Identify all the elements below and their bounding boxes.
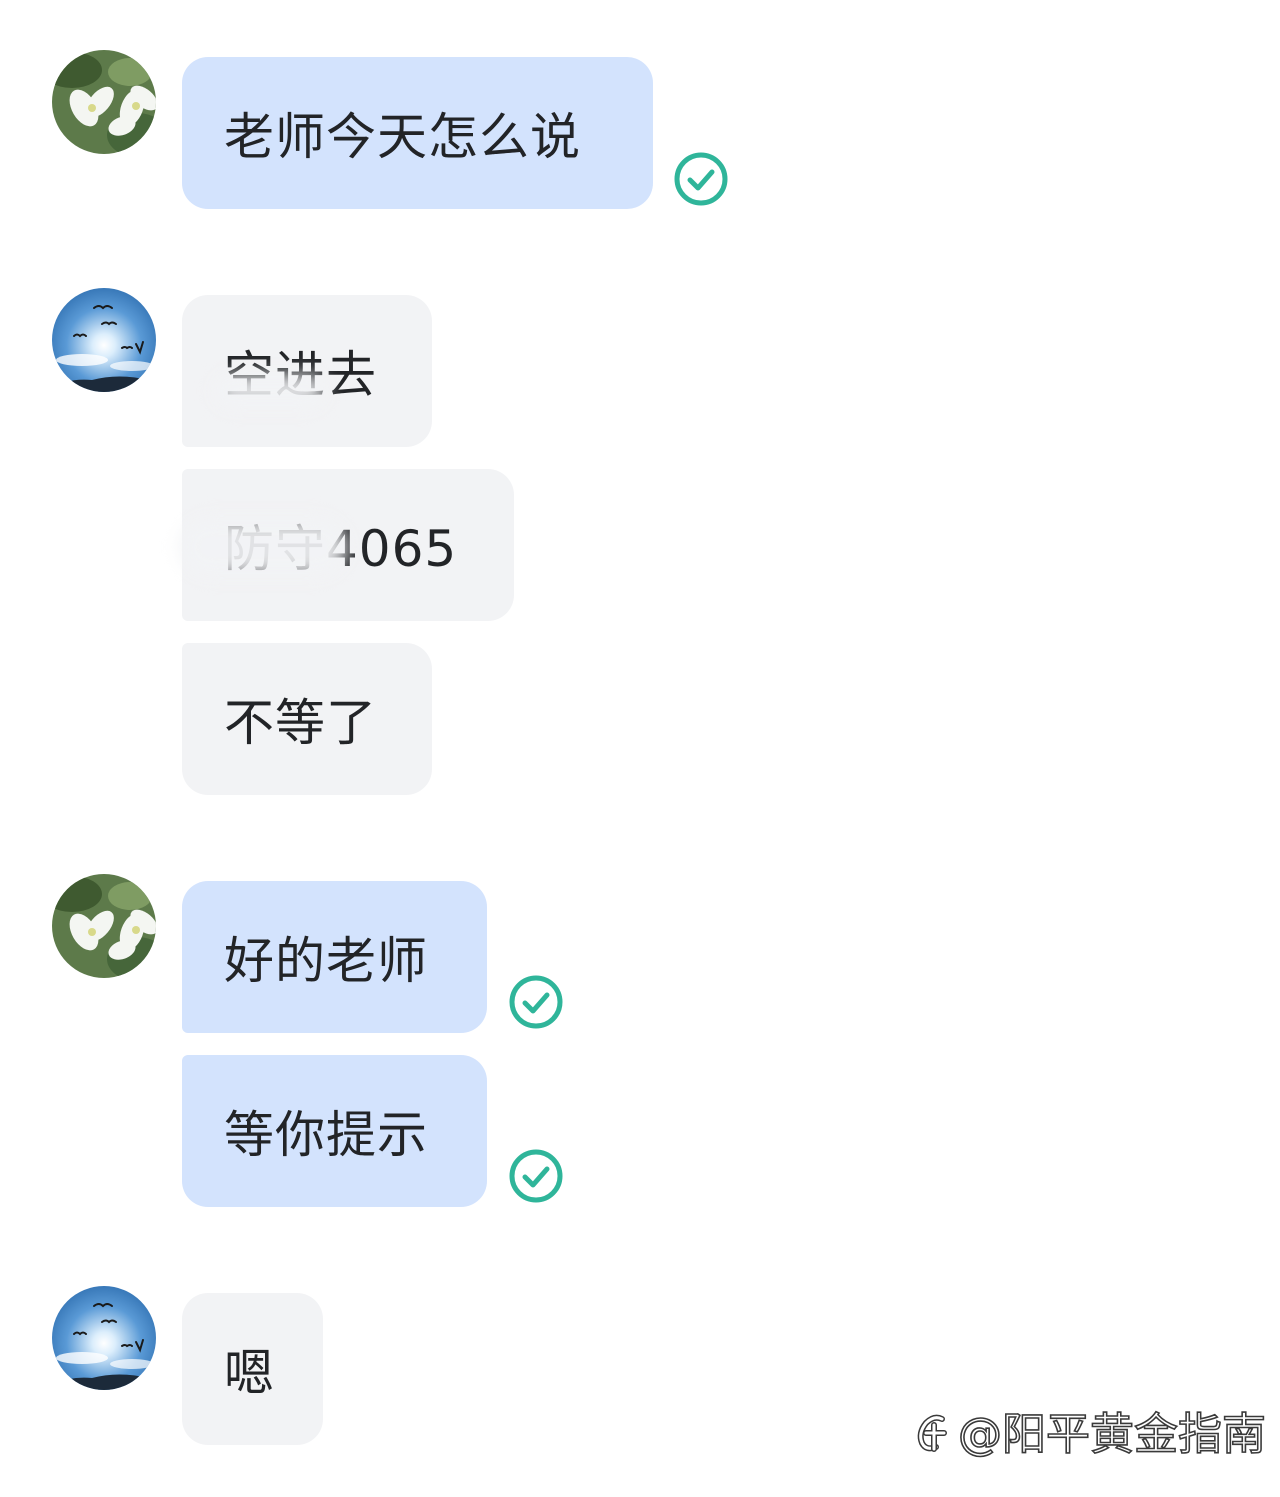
message-bubble-4[interactable]: 不等了 — [182, 643, 432, 795]
message-text: 不等了 — [224, 694, 377, 752]
message-text: 老师今天怎么说 — [224, 108, 581, 166]
redaction-blur — [214, 374, 326, 408]
message-text: 嗯 — [224, 1344, 275, 1402]
zhihu-logo-icon — [912, 1411, 954, 1466]
watermark-text: @阳平黄金指南 — [957, 1408, 1267, 1461]
message-text: 好的老师 — [224, 932, 428, 990]
watermark: @阳平黄金指南 — [912, 1398, 1267, 1466]
flower-avatar[interactable] — [52, 874, 156, 978]
sky-bird-avatar-image — [52, 1286, 156, 1390]
sky-bird-avatar[interactable] — [52, 1286, 156, 1390]
sky-bird-avatar-image — [52, 288, 156, 392]
message-bubble-6[interactable]: 等你提示 — [182, 1055, 487, 1207]
message-bubble-2[interactable]: 空进去 — [182, 295, 432, 447]
redaction-blur — [180, 518, 348, 576]
flower-avatar[interactable] — [52, 50, 156, 154]
flower-avatar-image — [52, 874, 156, 978]
message-bubble-5[interactable]: 好的老师 — [182, 881, 487, 1033]
message-text: 等你提示 — [224, 1106, 428, 1164]
flower-avatar-image — [52, 50, 156, 154]
read-check-icon — [508, 974, 564, 1030]
message-bubble-1[interactable]: 老师今天怎么说 — [182, 57, 653, 209]
read-check-icon — [673, 151, 729, 207]
sky-bird-avatar[interactable] — [52, 288, 156, 392]
read-check-icon — [508, 1148, 564, 1204]
message-bubble-7[interactable]: 嗯 — [182, 1293, 323, 1445]
